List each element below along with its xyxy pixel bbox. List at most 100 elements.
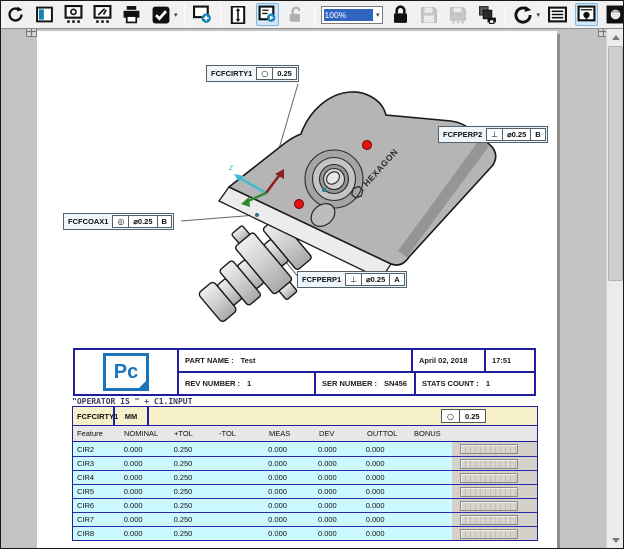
report-document-area[interactable]: HEXAGON z FCFCIRTY1 [1,29,606,548]
edit-rules-icon[interactable] [256,3,279,26]
scroll-up-icon[interactable] [607,29,624,45]
fcf-name: FCFCIRTY1 [208,67,255,80]
feature-cell: CIR6 [73,501,120,510]
ptol-cell: 0.250 [170,515,215,524]
ser-number-cell: SER NUMBER : SN456 [314,373,414,394]
table-row[interactable]: CIR70.0000.2500.0000.0000.000 [73,512,537,526]
dev-cell: 0.000 [314,445,362,454]
save-icon[interactable] [418,3,441,26]
split-pane-icon[interactable] [33,3,56,26]
fcf-name: FCFCOAX1 [65,215,111,228]
nominal-cell: 0.000 [120,459,170,468]
nominal-cell: 0.000 [120,515,170,524]
fcf-datum: B [157,216,171,227]
col-dev: DEV [315,429,363,438]
col-feature: Feature [73,429,120,438]
rotate-view-icon[interactable] [4,3,27,26]
dimension-results-table: FCFCIRTY1 MM ○ 0.25 Feature NOMINAL +TOL… [72,406,538,541]
rev-number-cell: REV NUMBER : 1 [179,373,314,394]
deviation-bar [460,444,518,454]
ptol-cell: 0.250 [170,529,215,538]
feature-cell: CIR7 [73,515,120,524]
scrollbar-thumb[interactable] [608,46,623,281]
report-window-icon[interactable] [62,3,85,26]
stats-count-value: 1 [486,379,490,388]
fcf-label-fcfperp2[interactable]: FCFPERP2 ⊥ ⌀0.25 B [438,126,548,143]
fcf-label-fcfperp1[interactable]: FCFPERP1 ⊥ ⌀0.25 A [297,271,407,288]
scale-window-icon[interactable] [227,3,250,26]
rev-number-value: 1 [247,379,251,388]
perpendicularity-symbol-icon: ⊥ [346,274,361,285]
ptol-cell: 0.250 [170,445,215,454]
confirm-icon[interactable] [149,3,172,26]
feature-cell: CIR5 [73,487,120,496]
nominal-cell: 0.000 [120,501,170,510]
nominal-cell: 0.000 [120,445,170,454]
refresh-icon[interactable] [512,3,535,26]
dev-cell: 0.000 [314,487,362,496]
table-row[interactable]: CIR60.0000.2500.0000.0000.000 [73,498,537,512]
feature-cell: CIR8 [73,529,120,538]
dev-cell: 0.000 [314,459,362,468]
deviation-bar [460,501,518,511]
concentricity-symbol-icon: ◎ [113,216,128,227]
page-drag-handle-icon[interactable] [598,29,606,37]
fcf-label-fcfcoax1[interactable]: FCFCOAX1 ◎ ⌀0.25 B [63,213,174,230]
vertical-scrollbar[interactable] [606,29,623,548]
dimension-units: MM [115,407,149,425]
report-toolbar: ▾ 100% ▾ [1,1,623,29]
time-value: 17:51 [492,356,511,365]
meas-cell: 0.000 [264,459,314,468]
unlock-icon[interactable] [285,3,308,26]
dimension-header-row[interactable]: FCFCIRTY1 MM ○ 0.25 [73,407,537,426]
circularity-symbol-icon: ○ [442,410,459,422]
lock-icon[interactable] [389,3,412,26]
dev-cell: 0.000 [314,501,362,510]
add-window-icon[interactable] [191,3,214,26]
meas-cell: 0.000 [264,487,314,496]
print-icon[interactable] [120,3,143,26]
nominal-cell: 0.000 [120,487,170,496]
part-boss [305,150,363,208]
zoom-value[interactable]: 100% [324,9,373,21]
copy-print-icon[interactable] [476,3,499,26]
outtol-cell: 0.000 [362,487,409,496]
scroll-down-icon[interactable] [607,532,624,548]
solid-view-icon[interactable] [604,3,624,26]
zoom-combobox[interactable]: 100% ▾ [321,6,383,24]
text-report-icon[interactable] [546,3,569,26]
stats-count-cell: STATS COUNT : 1 [414,373,534,394]
operator-expression-text: "OPERATOR IS " + C1.INPUT [72,397,192,406]
confirm-dropdown-icon[interactable]: ▾ [174,11,178,19]
table-row[interactable]: CIR20.0000.2500.0000.0000.000 [73,442,537,456]
measure-point-marker [363,141,372,150]
ptol-cell: 0.250 [170,501,215,510]
ptol-cell: 0.250 [170,487,215,496]
table-row[interactable]: CIR30.0000.2500.0000.0000.000 [73,456,537,470]
window-edit-icon[interactable] [91,3,114,26]
report-template-icon[interactable] [575,3,598,26]
fcf-label-fcfcirty1[interactable]: FCFCIRTY1 ○ 0.25 [206,65,299,82]
ser-number-value: SN456 [384,379,407,388]
feature-cell: CIR4 [73,473,120,482]
table-row[interactable]: CIR40.0000.2500.0000.0000.000 [73,470,537,484]
page-drag-handle-icon[interactable] [26,29,37,37]
part-name-value: Test [241,356,256,365]
deviation-bar [460,487,518,497]
part-name-cell: PART NAME : Test [179,350,411,371]
report-header-table: Pc PART NAME : Test April 02, 2018 [73,348,536,396]
table-row[interactable]: CIR50.0000.2500.0000.0000.000 [73,484,537,498]
table-row[interactable]: CIR80.0000.2500.0000.0000.000 [73,526,537,540]
meas-cell: 0.000 [264,515,314,524]
save-template-icon[interactable] [447,3,470,26]
date-cell: April 02, 2018 [411,350,484,371]
zoom-dropdown-icon[interactable]: ▾ [374,11,382,19]
report-page: HEXAGON z FCFCIRTY1 [37,31,557,548]
perpendicularity-symbol-icon: ⊥ [487,129,502,140]
feature-cell: CIR3 [73,459,120,468]
rev-number-label: REV NUMBER : [185,379,240,388]
meas-cell: 0.000 [264,529,314,538]
deviation-bar [460,459,518,469]
deviation-bar [460,473,518,483]
refresh-dropdown-icon[interactable]: ▾ [537,11,541,19]
